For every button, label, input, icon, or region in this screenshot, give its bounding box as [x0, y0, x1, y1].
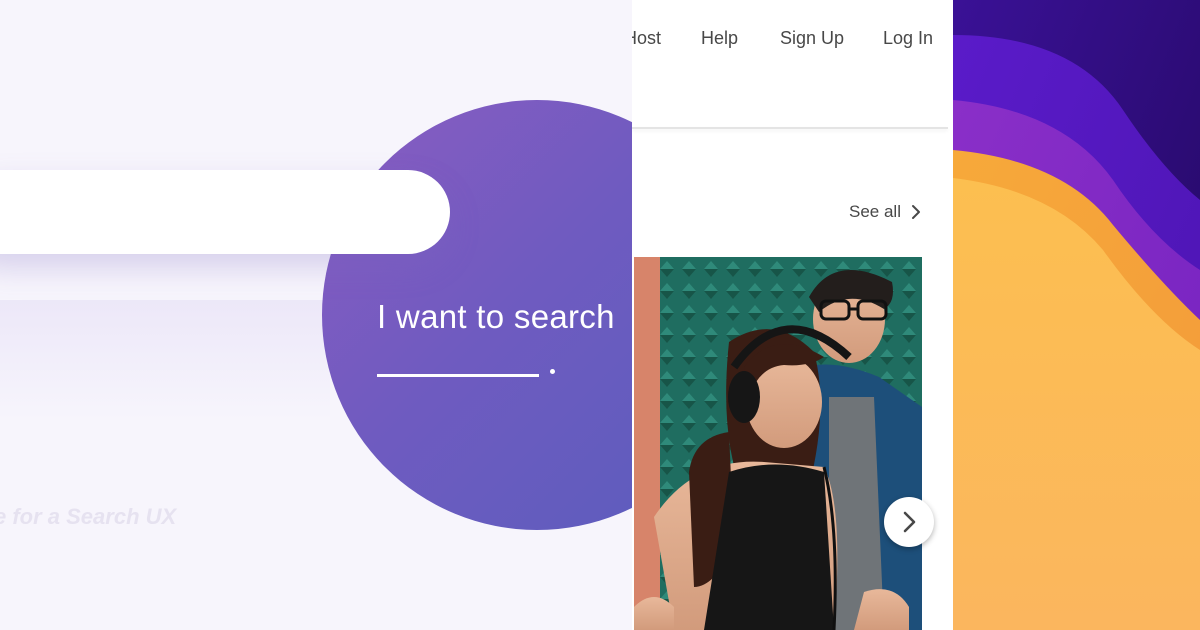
see-all-link[interactable]: See all	[849, 202, 901, 222]
nav-host-link[interactable]: Host	[632, 28, 661, 49]
nav-login-link[interactable]: Log In	[883, 28, 933, 49]
header-divider	[632, 127, 948, 129]
search-prompt-text: I want to search	[377, 298, 615, 335]
fill-in-blank-line	[377, 374, 539, 377]
wave-illustration	[953, 0, 1200, 630]
experience-photo[interactable]	[634, 257, 922, 630]
website-screenshot-panel: Host Help Sign Up Log In See all	[632, 0, 953, 630]
nav-help-link[interactable]: Help	[701, 28, 738, 49]
nav-signup-link[interactable]: Sign Up	[780, 28, 844, 49]
chevron-right-icon[interactable]	[908, 203, 924, 221]
carousel-next-button[interactable]	[884, 497, 934, 547]
faded-caption-line-2: e for a Search UX	[0, 504, 177, 529]
ghost-search-bar	[0, 300, 330, 420]
chevron-right-icon	[903, 511, 916, 533]
search-concept-panel: I want to search n e for a Search UX	[0, 0, 632, 630]
abstract-wave-panel	[953, 0, 1200, 630]
blank-period-dot	[550, 369, 555, 374]
dj-photo-illustration	[634, 257, 922, 630]
search-input[interactable]	[0, 170, 450, 254]
